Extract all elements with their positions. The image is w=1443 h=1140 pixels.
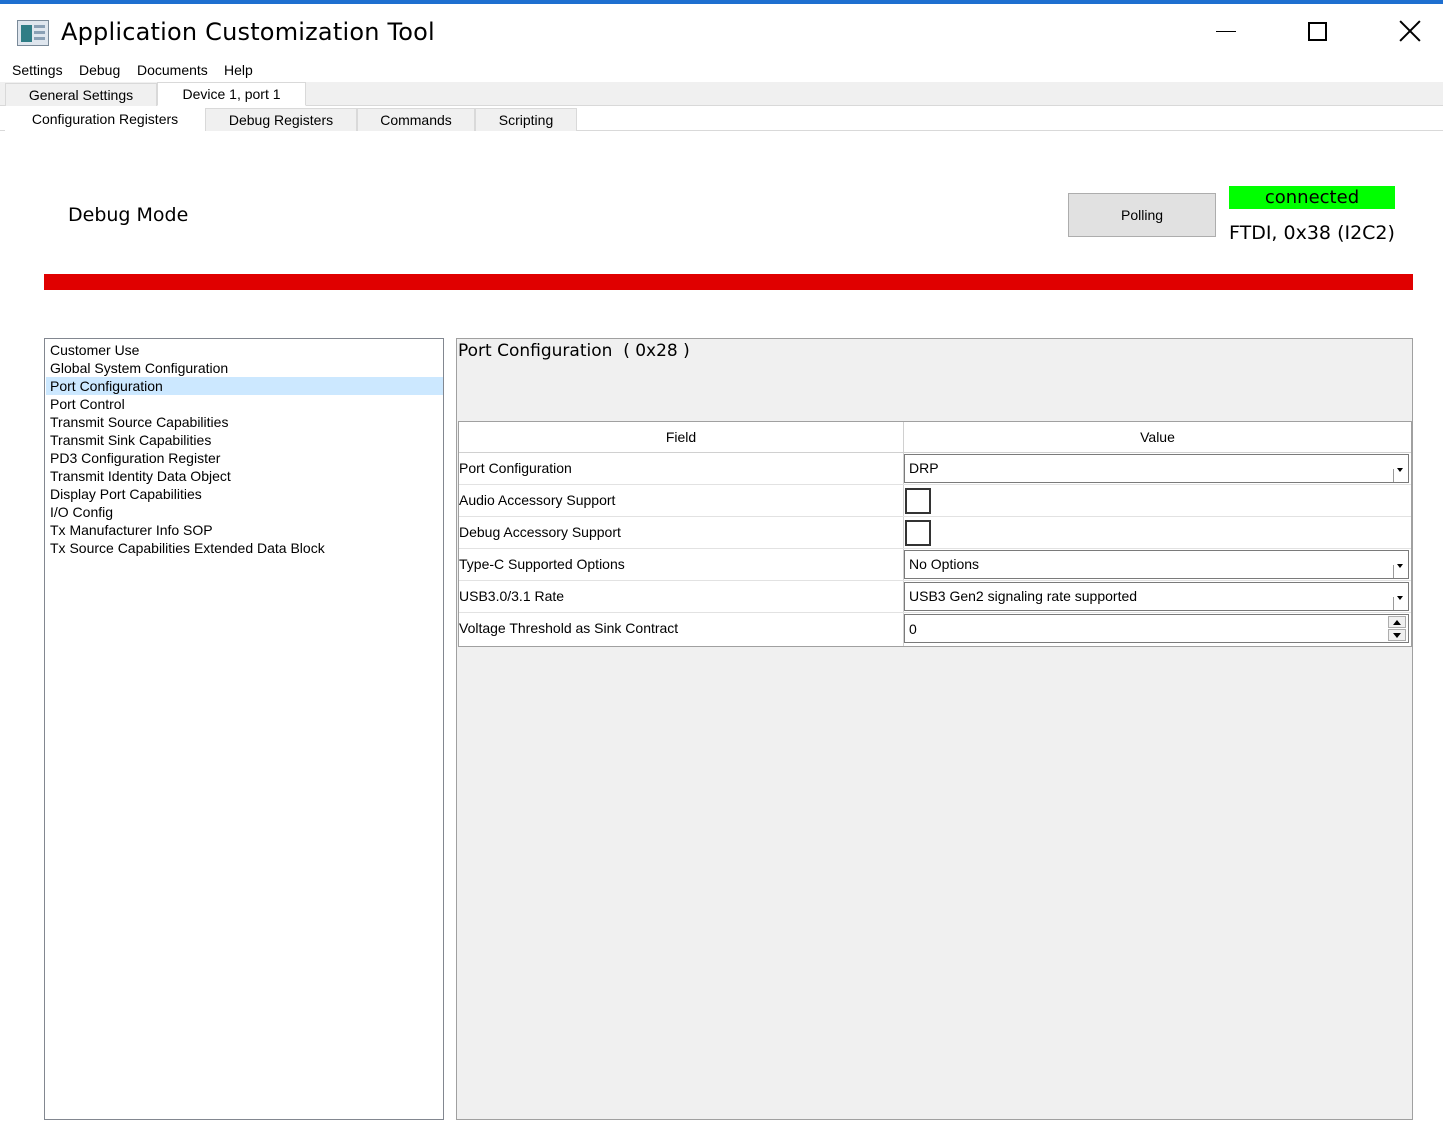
usb3-rate-dropdown[interactable]: USB3 Gen2 signaling rate supported [904, 582, 1409, 611]
chevron-down-icon [1392, 583, 1408, 610]
grid-header: Field Value [459, 422, 1411, 453]
field-label: Type-C Supported Options [459, 556, 625, 572]
menu-debug[interactable]: Debug [79, 62, 120, 78]
panel-title: Port Configuration ( 0x28 ) [458, 341, 690, 361]
maximize-button[interactable] [1294, 8, 1340, 54]
audio-accessory-checkbox[interactable] [905, 488, 931, 514]
register-item-io-config[interactable]: I/O Config [46, 503, 443, 521]
device-tab-strip: General Settings Device 1, port 1 [0, 82, 1443, 106]
column-header-field: Field [665, 429, 697, 445]
field-label: USB3.0/3.1 Rate [459, 588, 565, 604]
table-row: Debug Accessory Support [459, 517, 1411, 549]
tab-commands[interactable]: Commands [357, 108, 475, 131]
debug-accessory-checkbox[interactable] [905, 520, 931, 546]
register-item-port-configuration[interactable]: Port Configuration [46, 377, 443, 395]
app-icon [17, 20, 49, 46]
field-label: Debug Accessory Support [459, 524, 621, 540]
register-item-tx-manufacturer-info-sop[interactable]: Tx Manufacturer Info SOP [46, 521, 443, 539]
dropdown-value: No Options [909, 556, 980, 572]
field-label: Voltage Threshold as Sink Contract [459, 620, 679, 636]
register-field-grid: Field Value Port Configuration DRP Audio… [458, 421, 1412, 647]
register-item-global-system-configuration[interactable]: Global System Configuration [46, 359, 443, 377]
menu-bar: Settings Debug Documents Help [0, 58, 1443, 82]
title-bar: Application Customization Tool [0, 4, 1443, 58]
tab-scripting[interactable]: Scripting [475, 108, 577, 131]
dropdown-value: DRP [909, 460, 939, 476]
chevron-down-icon [1392, 455, 1408, 482]
table-row: Voltage Threshold as Sink Contract [459, 613, 1411, 645]
tab-device-1-port-1[interactable]: Device 1, port 1 [157, 82, 306, 106]
register-detail-panel: Port Configuration ( 0x28 ) Field Value … [456, 338, 1413, 1120]
alert-bar [44, 274, 1413, 290]
dropdown-value: USB3 Gen2 signaling rate supported [909, 588, 1138, 604]
tab-configuration-registers[interactable]: Configuration Registers [5, 106, 205, 132]
maximize-icon [1307, 21, 1327, 41]
column-header-value: Value [1140, 429, 1175, 445]
chevron-down-icon [1392, 551, 1408, 578]
table-row: USB3.0/3.1 Rate USB3 Gen2 signaling rate… [459, 581, 1411, 613]
tab-debug-registers[interactable]: Debug Registers [205, 108, 357, 131]
field-label: Port Configuration [459, 460, 572, 476]
tab-general-settings[interactable]: General Settings [5, 83, 157, 106]
register-item-display-port-capabilities[interactable]: Display Port Capabilities [46, 485, 443, 503]
voltage-threshold-stepper[interactable] [904, 614, 1409, 643]
type-c-options-dropdown[interactable]: No Options [904, 550, 1409, 579]
close-button[interactable] [1387, 8, 1433, 54]
minimize-icon [1216, 30, 1236, 32]
register-item-port-control[interactable]: Port Control [46, 395, 443, 413]
connection-info: FTDI, 0x38 (I2C2) [1229, 222, 1395, 244]
register-item-transmit-sink-capabilities[interactable]: Transmit Sink Capabilities [46, 431, 443, 449]
window-title: Application Customization Tool [61, 18, 435, 46]
register-item-customer-use[interactable]: Customer Use [46, 341, 443, 359]
register-item-tx-source-capabilities-extended[interactable]: Tx Source Capabilities Extended Data Blo… [46, 539, 443, 557]
register-tab-strip: Configuration Registers Debug Registers … [0, 106, 1443, 132]
port-configuration-dropdown[interactable]: DRP [904, 454, 1409, 483]
menu-documents[interactable]: Documents [137, 62, 208, 78]
table-row: Audio Accessory Support [459, 485, 1411, 517]
table-row: Port Configuration DRP [459, 453, 1411, 485]
status-badge: connected [1229, 186, 1395, 209]
table-row: Type-C Supported Options No Options [459, 549, 1411, 581]
menu-settings[interactable]: Settings [12, 62, 63, 78]
close-icon [1399, 20, 1421, 42]
register-item-pd3-configuration-register[interactable]: PD3 Configuration Register [46, 449, 443, 467]
register-item-transmit-source-capabilities[interactable]: Transmit Source Capabilities [46, 413, 443, 431]
minimize-button[interactable] [1203, 8, 1249, 54]
field-label: Audio Accessory Support [459, 492, 616, 508]
spin-up-icon[interactable] [1388, 616, 1406, 628]
register-item-transmit-identity-data-object[interactable]: Transmit Identity Data Object [46, 467, 443, 485]
menu-help[interactable]: Help [224, 62, 253, 78]
register-list[interactable]: Customer Use Global System Configuration… [44, 338, 444, 1120]
polling-button[interactable]: Polling [1068, 193, 1216, 237]
spin-down-icon[interactable] [1388, 629, 1406, 641]
mode-label: Debug Mode [68, 204, 189, 226]
voltage-threshold-input[interactable] [909, 615, 1379, 642]
